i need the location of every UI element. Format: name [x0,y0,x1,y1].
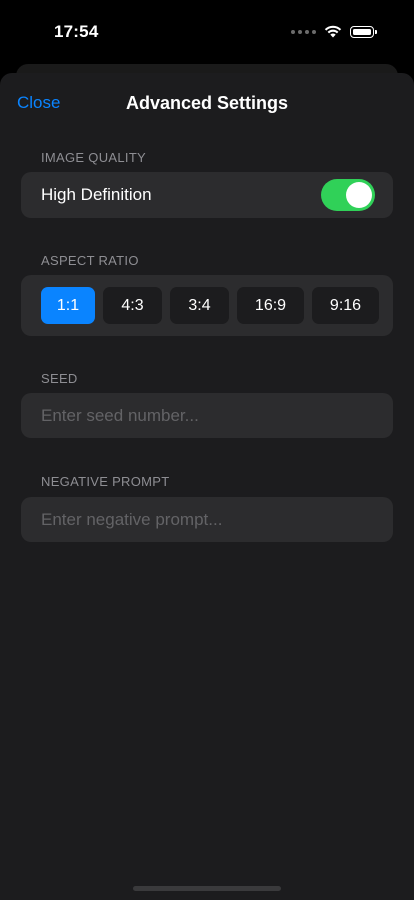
seed-label: SEED [41,371,78,386]
battery-icon [350,25,377,38]
ratio-option-4-3[interactable]: 4:3 [103,287,162,324]
negative-prompt-input[interactable] [41,497,373,542]
signal-dots-icon [291,29,316,34]
advanced-settings-sheet: Close Advanced Settings IMAGE QUALITY Hi… [0,73,414,900]
status-icons [291,25,377,38]
negative-prompt-label: NEGATIVE PROMPT [41,474,170,489]
negative-prompt-field-card [21,497,393,542]
ratio-option-1-1[interactable]: 1:1 [41,287,95,324]
page-title: Advanced Settings [125,93,289,113]
ratio-option-16-9[interactable]: 16:9 [237,287,304,324]
image-quality-card: High Definition [21,172,393,218]
aspect-ratio-label: ASPECT RATIO [41,253,139,268]
status-bar: 17:54 [0,0,414,62]
status-time: 17:54 [54,22,99,41]
ratio-option-3-4[interactable]: 3:4 [170,287,229,324]
image-quality-label: IMAGE QUALITY [41,150,147,165]
high-definition-toggle[interactable] [321,179,375,211]
seed-input[interactable] [41,393,373,438]
nav-bar: Close Advanced Settings [0,73,414,133]
seed-field-card [21,393,393,438]
aspect-ratio-options: 1:1 4:3 3:4 16:9 9:16 [41,287,393,324]
toggle-knob [346,182,372,208]
aspect-ratio-card: 1:1 4:3 3:4 16:9 9:16 [21,275,393,336]
high-definition-label: High Definition [41,185,152,204]
ratio-option-9-16[interactable]: 9:16 [312,287,379,324]
home-indicator [133,886,281,891]
wifi-icon [324,25,342,38]
